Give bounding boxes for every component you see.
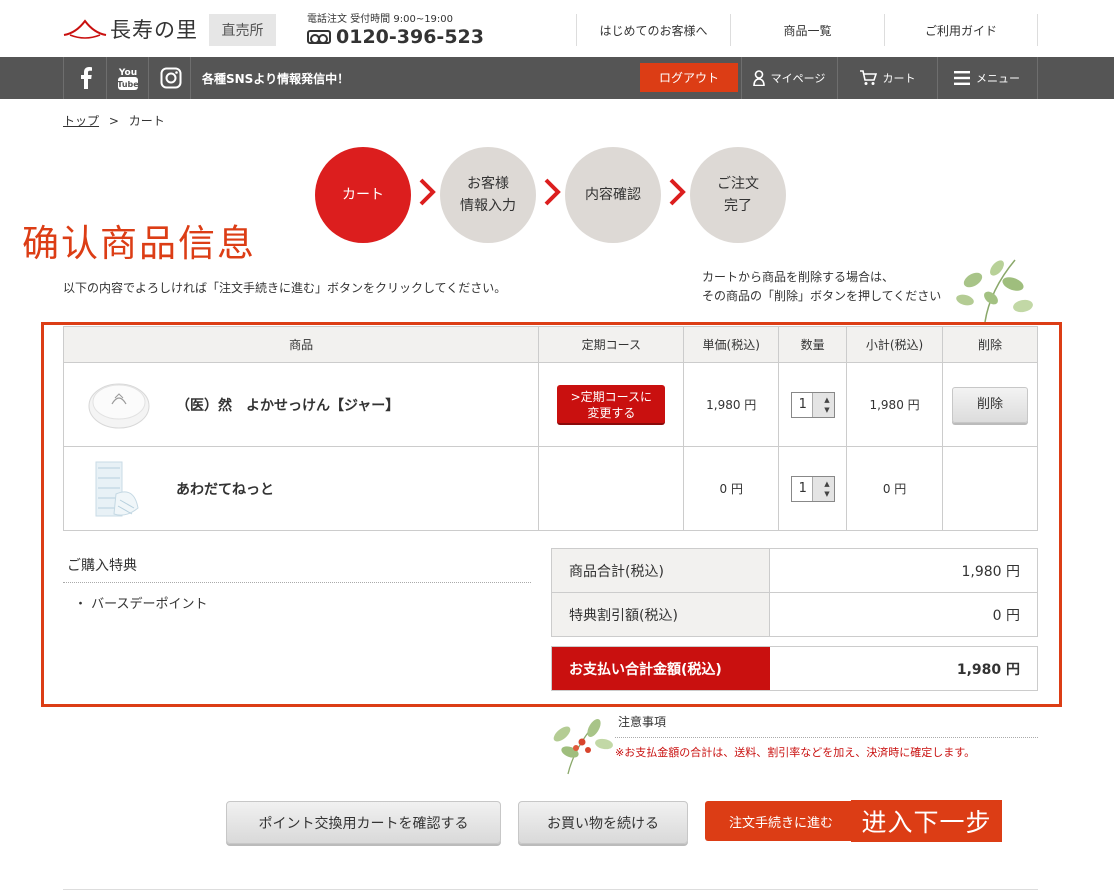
unit-price: 1,980 円	[683, 362, 780, 447]
step-arrow-icon	[544, 178, 561, 206]
summary-label: 特典割引額(税込)	[551, 592, 770, 637]
col-product: 商品	[62, 326, 540, 363]
summary-row: 商品合計(税込) 1,980 円	[551, 548, 1038, 593]
cart-table: 商品 定期コース 単価(税込) 数量 小計(税込) 削除 （医）然 よかせっけん…	[62, 326, 1038, 531]
divider	[63, 582, 531, 583]
perk-item: ・ バースデーポイント	[74, 597, 208, 612]
soap-jar-image	[88, 383, 150, 428]
divider	[63, 889, 1038, 890]
course-empty	[538, 446, 685, 531]
logout-button[interactable]: ログアウト	[640, 63, 738, 92]
menu-button[interactable]: メニュー	[937, 57, 1037, 99]
youtube-icon[interactable]: You Tube	[116, 66, 140, 90]
phone-number[interactable]: 0120-396-523	[307, 26, 484, 48]
subtotal: 0 円	[846, 446, 943, 531]
annotation-confirm: 确认商品信息	[22, 222, 256, 265]
col-subtotal: 小計(税込)	[846, 326, 943, 363]
product-name[interactable]: （医）然 よかせっけん【ジャー】	[176, 395, 399, 415]
cart-icon	[859, 70, 877, 85]
svg-text:Tube: Tube	[117, 80, 139, 89]
quantity-stepper[interactable]: 1 ▲ ▼	[790, 475, 835, 502]
summary-table: 商品合計(税込) 1,980 円 特典割引額(税込) 0 円	[551, 548, 1038, 637]
delete-note: カートから商品を削除する場合は、 その商品の「削除」ボタンを押してください	[702, 270, 942, 303]
spinner-arrows-icon[interactable]: ▲ ▼	[812, 392, 834, 417]
summary-value: 1,980 円	[769, 548, 1038, 593]
spinner-arrows-icon[interactable]: ▲ ▼	[812, 476, 834, 501]
store-badge: 直売所	[209, 14, 276, 46]
summary-row: 特典割引額(税込) 0 円	[551, 592, 1038, 637]
step-confirm: 内容確認	[565, 147, 661, 243]
col-course: 定期コース	[538, 326, 685, 363]
intro-text: 以下の内容でよろしければ「注文手続きに進む」ボタンをクリックしてください。	[63, 281, 507, 295]
col-qty: 数量	[778, 326, 848, 363]
logo-text: 長寿の里	[110, 18, 198, 42]
breadcrumb-separator: >	[108, 114, 119, 128]
berry-branch-icon	[553, 718, 613, 775]
free-dial-icon	[307, 30, 331, 44]
unit-price: 0 円	[683, 446, 780, 531]
summary-label: 商品合計(税込)	[551, 548, 770, 593]
foaming-net-image	[95, 461, 139, 516]
nav-first-time[interactable]: はじめてのお客様へ	[576, 14, 730, 46]
phone-hours-label: 電話注文 受付時間 9:00~19:00	[307, 14, 454, 25]
breadcrumb-current: カート	[128, 114, 165, 128]
breadcrumb: トップ > カート	[63, 112, 165, 129]
instagram-icon[interactable]	[159, 66, 183, 90]
notes-title: 注意事項	[618, 715, 667, 729]
cart-link[interactable]: カート	[837, 57, 937, 99]
table-row: あわだてねっと 0 円 1 ▲ ▼ 0 円	[62, 446, 1038, 531]
delete-empty	[942, 446, 1038, 531]
site-logo[interactable]: 長寿の里	[62, 14, 198, 44]
change-to-subscription-button[interactable]: >定期コースに 変更する	[557, 384, 666, 425]
total-label: お支払い合計金額(税込)	[552, 647, 770, 690]
step-customer-info: お客様 情報入力	[440, 147, 536, 243]
mypage-link[interactable]: マイページ	[741, 57, 837, 99]
total-value: 1,980 円	[956, 661, 1020, 678]
phone-info: 電話注文 受付時間 9:00~19:00 0120-396-523	[307, 10, 484, 48]
table-row: （医）然 よかせっけん【ジャー】 >定期コースに 変更する 1,980 円 1 ▲…	[62, 362, 1038, 447]
leaf-decoration-icon	[956, 259, 1033, 322]
points-cart-button[interactable]: ポイント交換用カートを確認する	[226, 801, 501, 844]
step-cart: カート	[315, 147, 411, 243]
user-icon	[752, 70, 765, 86]
summary-value: 0 円	[769, 592, 1038, 637]
total-row: お支払い合計金額(税込) 1,980 円	[551, 646, 1038, 691]
svg-text:You: You	[118, 68, 137, 78]
hamburger-icon	[954, 71, 970, 85]
notes-text: ※お支払金額の合計は、送料、割引率などを加え、決済時に確定します。	[615, 746, 976, 759]
col-delete: 削除	[942, 326, 1038, 363]
col-price: 単価(税込)	[683, 326, 780, 363]
product-name[interactable]: あわだてねっと	[176, 479, 274, 499]
perks-title: ご購入特典	[67, 558, 137, 574]
breadcrumb-top-link[interactable]: トップ	[63, 114, 99, 128]
delete-button[interactable]: 削除	[952, 386, 1028, 423]
proceed-to-checkout-button[interactable]: 注文手続きに進む	[705, 801, 865, 841]
facebook-icon[interactable]	[74, 66, 98, 90]
sns-message: 各種SNSより情報発信中！	[202, 72, 350, 86]
step-arrow-icon	[419, 178, 436, 206]
continue-shopping-button[interactable]: お買い物を続ける	[518, 801, 688, 844]
nav-products[interactable]: 商品一覧	[730, 14, 884, 46]
top-header: 長寿の里 直売所 電話注文 受付時間 9:00~19:00 0120-396-5…	[0, 0, 1114, 57]
subtotal: 1,980 円	[846, 362, 943, 447]
nav-guide[interactable]: ご利用ガイド	[884, 14, 1038, 46]
mountain-logo-icon	[63, 19, 107, 39]
step-arrow-icon	[669, 178, 686, 206]
step-complete: ご注文 完了	[690, 147, 786, 243]
annotation-next: 进入下一步	[851, 800, 1002, 842]
quantity-stepper[interactable]: 1 ▲ ▼	[790, 391, 835, 418]
divider	[615, 737, 1038, 738]
